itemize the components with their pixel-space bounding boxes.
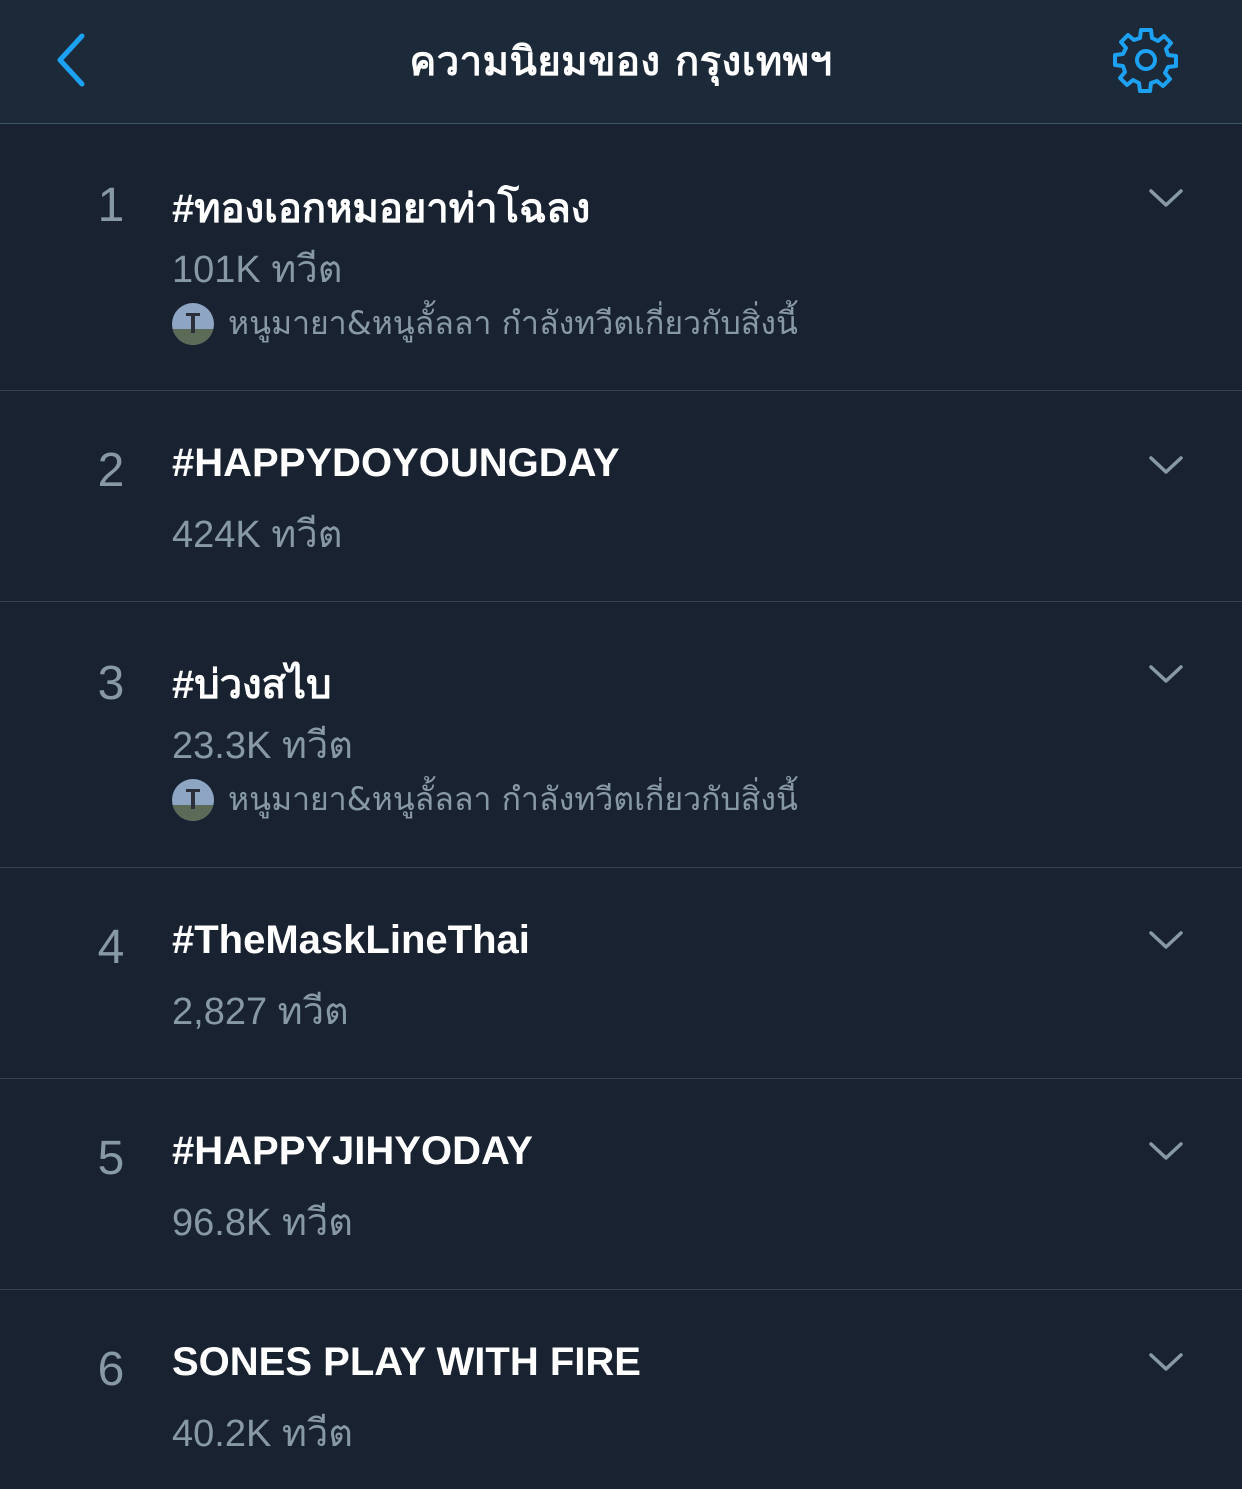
trend-rank: 1 xyxy=(97,179,125,232)
tweet-count: 101K ทวีต xyxy=(172,249,343,291)
trend-item[interactable]: 1 #ทองเอกหมอยาท่าโฉลง 101K ทวีต หนูมายา&… xyxy=(0,124,1242,391)
trend-item[interactable]: 3 #บ่วงสไบ 23.3K ทวีต หนูมายา&หนูลั้ลลา … xyxy=(0,602,1242,868)
chevron-down-icon xyxy=(1149,1142,1183,1160)
chevron-down-icon xyxy=(1149,665,1183,683)
trend-rank: 3 xyxy=(97,657,125,710)
chevron-down-icon xyxy=(1149,931,1183,949)
trend-name: #ทองเอกหมอยาท่าโฉลง xyxy=(172,187,591,231)
trend-name: #HAPPYJIHYODAY xyxy=(172,1129,533,1173)
trend-rank: 4 xyxy=(97,921,125,974)
trend-name: #HAPPYDOYOUNGDAY xyxy=(172,441,620,485)
tweet-count: 2,827 ทวีต xyxy=(172,991,349,1033)
gear-icon xyxy=(1113,28,1178,93)
more-options-button[interactable] xyxy=(1146,920,1186,960)
tweet-count: 424K ทวีต xyxy=(172,514,343,556)
tweeting-text: หนูมายา&หนูลั้ลลา กำลังทวีตเกี่ยวกับสิ่ง… xyxy=(228,304,798,342)
more-options-button[interactable] xyxy=(1146,654,1186,694)
trend-rank: 2 xyxy=(97,444,125,497)
tweet-count: 96.8K ทวีต xyxy=(172,1202,353,1244)
more-options-button[interactable] xyxy=(1146,1342,1186,1382)
trend-item[interactable]: 2 #HAPPYDOYOUNGDAY 424K ทวีต xyxy=(0,391,1242,602)
more-options-button[interactable] xyxy=(1146,445,1186,485)
trend-name: SONES PLAY WITH FIRE xyxy=(172,1340,641,1384)
trend-rank: 6 xyxy=(97,1343,125,1396)
chevron-down-icon xyxy=(1149,189,1183,207)
tweeting-context: หนูมายา&หนูลั้ลลา กำลังทวีตเกี่ยวกับสิ่ง… xyxy=(172,774,798,825)
trend-rank: 5 xyxy=(97,1132,125,1185)
trend-item[interactable]: 4 #TheMaskLineThai 2,827 ทวีต xyxy=(0,868,1242,1079)
trend-item[interactable]: 6 SONES PLAY WITH FIRE 40.2K ทวีต xyxy=(0,1290,1242,1489)
settings-button[interactable] xyxy=(1106,20,1186,100)
trend-item[interactable]: 5 #HAPPYJIHYODAY 96.8K ทวีต xyxy=(0,1079,1242,1290)
trend-name: #TheMaskLineThai xyxy=(172,918,530,962)
trend-list: 1 #ทองเอกหมอยาท่าโฉลง 101K ทวีต หนูมายา&… xyxy=(0,124,1242,1489)
more-options-button[interactable] xyxy=(1146,1131,1186,1171)
avatar xyxy=(172,302,214,345)
chevron-down-icon xyxy=(1149,1353,1183,1371)
trend-name: #บ่วงสไบ xyxy=(172,663,332,707)
more-options-button[interactable] xyxy=(1146,178,1186,218)
tweeting-context: หนูมายา&หนูลั้ลลา กำลังทวีตเกี่ยวกับสิ่ง… xyxy=(172,298,798,349)
tweet-count: 40.2K ทวีต xyxy=(172,1413,353,1455)
tweeting-text: หนูมายา&หนูลั้ลลา กำลังทวีตเกี่ยวกับสิ่ง… xyxy=(228,780,798,818)
page-title: ความนิยมของ กรุงเทพฯ xyxy=(409,39,833,85)
chevron-down-icon xyxy=(1149,456,1183,474)
avatar xyxy=(172,778,214,821)
top-navigation-bar: ความนิยมของ กรุงเทพฯ xyxy=(0,0,1242,124)
tweet-count: 23.3K ทวีต xyxy=(172,725,353,767)
trends-screen: ความนิยมของ กรุงเทพฯ 1 #ทองเอกหมอยาท่าโฉ… xyxy=(0,0,1242,1489)
